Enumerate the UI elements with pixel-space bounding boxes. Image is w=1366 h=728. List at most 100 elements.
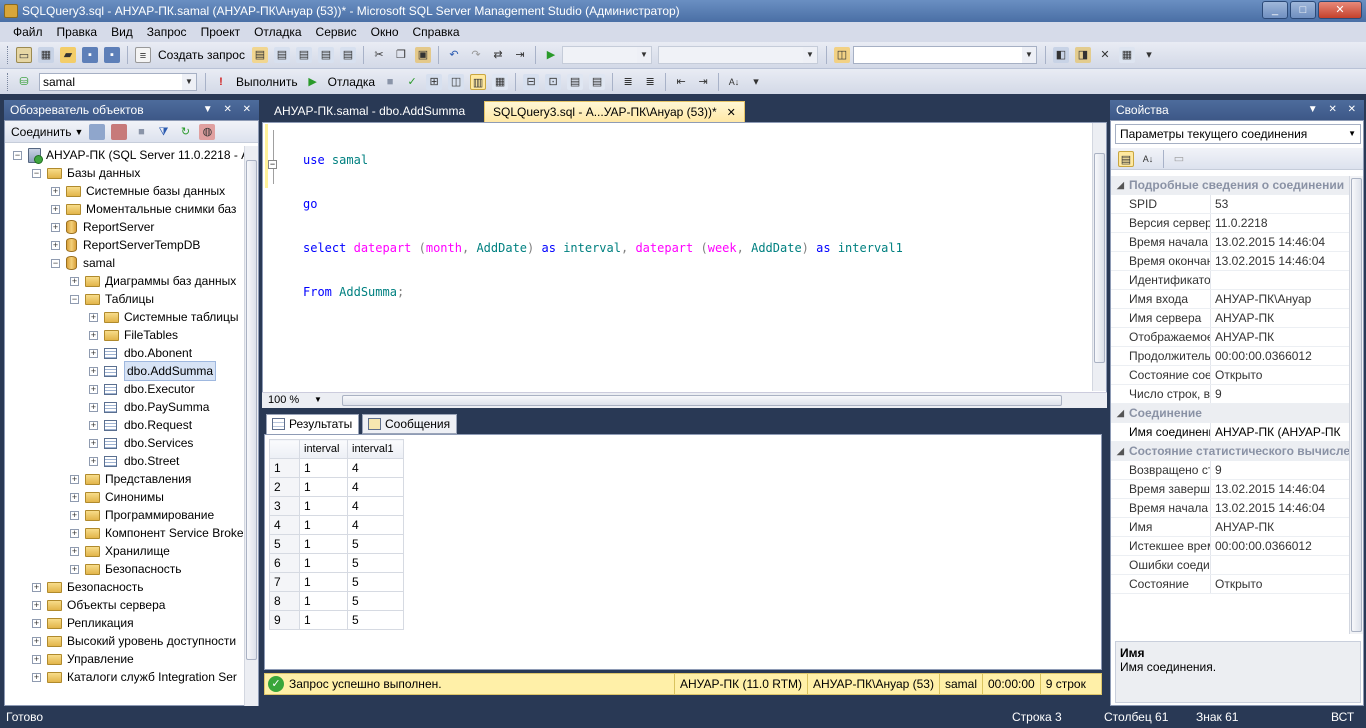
table-row[interactable]: 314 [269, 496, 404, 516]
menu-item[interactable]: Вид [104, 22, 140, 42]
decrease-indent-icon[interactable]: ⇤ [673, 74, 689, 90]
grid-cell[interactable]: 4 [347, 458, 404, 478]
sql-code[interactable]: use samal go select datepart (month, Add… [303, 124, 903, 328]
grid-cell[interactable]: 1 [299, 572, 348, 592]
object-explorer-icon[interactable]: ◧ [1052, 47, 1069, 63]
tree-node[interactable]: + ReportServerTempDB [51, 236, 200, 254]
table-row[interactable]: 715 [269, 572, 404, 592]
tab-table-addsumma[interactable]: АНУАР-ПК.samal - dbo.AddSumma [266, 101, 473, 122]
grid-cell[interactable]: 5 [347, 553, 404, 573]
tree-node[interactable]: − Базы данных [32, 164, 140, 182]
alphabetical-icon[interactable]: A↓ [1140, 151, 1156, 167]
properties-scrollbar[interactable] [1349, 176, 1363, 634]
expand-icon[interactable]: + [89, 402, 98, 412]
object-explorer-scrollbar[interactable] [244, 146, 258, 706]
include-plan-icon[interactable]: ⊟ [523, 73, 540, 90]
execute-icon[interactable]: ! [213, 74, 229, 90]
property-row[interactable]: Время начала со 13.02.2015 14:46:04 [1111, 233, 1363, 252]
expand-icon[interactable]: + [89, 420, 98, 430]
grid-cell[interactable]: 4 [347, 496, 404, 516]
results-grid[interactable]: interval interval1 1142143144145156157158… [269, 439, 404, 630]
panel-buttons[interactable]: ▼ ✕ ✕ [203, 100, 255, 120]
db-query-icon[interactable]: ▤ [251, 47, 268, 63]
grid-cell[interactable]: 4 [347, 477, 404, 497]
property-pages-icon[interactable]: ▭ [1171, 151, 1187, 167]
menu-item[interactable]: Файл [6, 22, 50, 42]
grid-cell[interactable]: 5 [347, 610, 404, 630]
editor-hscrollbar[interactable] [328, 394, 1088, 408]
grid-cell[interactable]: 1 [299, 496, 348, 516]
connect-dropdown-icon[interactable]: ▼ [75, 127, 84, 137]
connect-server-icon[interactable] [89, 123, 106, 140]
row-number[interactable]: 9 [269, 610, 300, 630]
expand-icon[interactable]: + [89, 384, 98, 394]
increase-indent-icon[interactable]: ⇥ [695, 74, 711, 90]
grid-cell[interactable]: 1 [299, 458, 348, 478]
results-to-grid-icon[interactable]: ▦ [492, 73, 509, 90]
grid-cell[interactable]: 1 [299, 477, 348, 497]
tree-node[interactable]: + FileTables [89, 326, 178, 344]
specify-values-icon[interactable]: A↓ [726, 74, 742, 90]
property-row[interactable]: Время завершени 13.02.2015 14:46:04 [1111, 480, 1363, 499]
property-row[interactable]: Возвращено стро 9 [1111, 461, 1363, 480]
expand-icon[interactable]: + [89, 348, 98, 358]
row-number[interactable]: 6 [269, 553, 300, 573]
tree-node[interactable]: + dbo.Services [89, 434, 193, 452]
tab-messages[interactable]: Сообщения [362, 414, 458, 434]
tree-node[interactable]: + Объекты сервера [32, 596, 165, 614]
property-category[interactable]: ◢ Соединение [1111, 404, 1363, 423]
close-window-button[interactable]: ✕ [1318, 1, 1362, 19]
row-number[interactable]: 5 [269, 534, 300, 554]
table-row[interactable]: 414 [269, 515, 404, 535]
row-number[interactable]: 1 [269, 458, 300, 478]
expand-icon[interactable]: + [70, 528, 79, 538]
solution-config-combo[interactable]: ▼ [561, 46, 652, 64]
open-folder-icon[interactable]: ▰ [60, 47, 76, 63]
expand-icon[interactable]: + [32, 654, 41, 664]
parse-icon[interactable]: ✓ [404, 74, 420, 90]
expand-icon[interactable]: + [32, 672, 41, 682]
tab-sqlquery3[interactable]: SQLQuery3.sql - А...УАР-ПК\Ануар (53))* ✕ [484, 101, 745, 122]
platform-combo[interactable]: ▼ [657, 46, 818, 64]
tree-node[interactable]: + dbo.AddSumma [89, 361, 217, 381]
grid-cell[interactable]: 1 [299, 553, 348, 573]
panel-buttons[interactable]: ▼ ✕ ✕ [1308, 100, 1360, 120]
tree-node[interactable]: − АНУАР-ПК (SQL Server 11.0.2218 - А [13, 146, 245, 164]
tree-node[interactable]: + Репликация [32, 614, 134, 632]
tree-node[interactable]: + Хранилище [70, 542, 170, 560]
close-tab-icon[interactable]: ✕ [727, 107, 736, 119]
categorized-icon[interactable]: ▤ [1118, 150, 1134, 167]
property-row[interactable]: Идентификатор т [1111, 271, 1363, 290]
property-row[interactable]: Имя АНУАР-ПК [1111, 518, 1363, 537]
expand-icon[interactable]: + [70, 510, 79, 520]
mdx-query-icon[interactable]: ▤ [295, 47, 312, 63]
tools-icon[interactable]: ✕ [1097, 47, 1113, 63]
dax-query-icon[interactable]: ▤ [339, 47, 356, 63]
options-dropdown-icon[interactable]: ▾ [1141, 47, 1157, 63]
tree-node[interactable]: + Системные базы данных [51, 182, 225, 200]
menu-item[interactable]: Отладка [247, 22, 308, 42]
zoom-combo[interactable]: 100 % [268, 394, 299, 406]
paste-icon[interactable]: ▣ [414, 47, 431, 63]
execute-button[interactable]: Выполнить [236, 75, 298, 89]
tree-node[interactable]: + Каталоги служб Integration Ser [32, 668, 237, 686]
redo-icon[interactable]: ↷ [468, 47, 484, 63]
property-row[interactable]: Продолжительно 00:00:00.0366012 [1111, 347, 1363, 366]
grid-cell[interactable]: 1 [299, 515, 348, 535]
toolbar-grip[interactable] [7, 46, 10, 64]
new-query-button[interactable]: Создать запрос [158, 48, 245, 62]
properties-object-selector[interactable]: Параметры текущего соединения ▼ [1115, 124, 1361, 144]
menu-item[interactable]: Проект [194, 22, 248, 42]
tree-node[interactable]: + dbo.Executor [89, 380, 195, 398]
find-in-files-icon[interactable]: ◫ [833, 47, 850, 63]
save-icon[interactable]: ▪ [82, 47, 98, 63]
debug-button[interactable]: Отладка [328, 75, 375, 89]
registered-servers-icon[interactable]: ◨ [1074, 47, 1091, 63]
xmla-query-icon[interactable]: ▤ [317, 47, 334, 63]
expand-icon[interactable]: + [70, 546, 79, 556]
expand-icon[interactable]: + [89, 366, 98, 376]
tree-node[interactable]: + dbo.Abonent [89, 344, 192, 362]
cancel-query-icon[interactable]: ■ [382, 74, 398, 90]
property-row[interactable]: Имя входа АНУАР-ПК\Ануар [1111, 290, 1363, 309]
disconnect-icon[interactable] [111, 123, 128, 140]
